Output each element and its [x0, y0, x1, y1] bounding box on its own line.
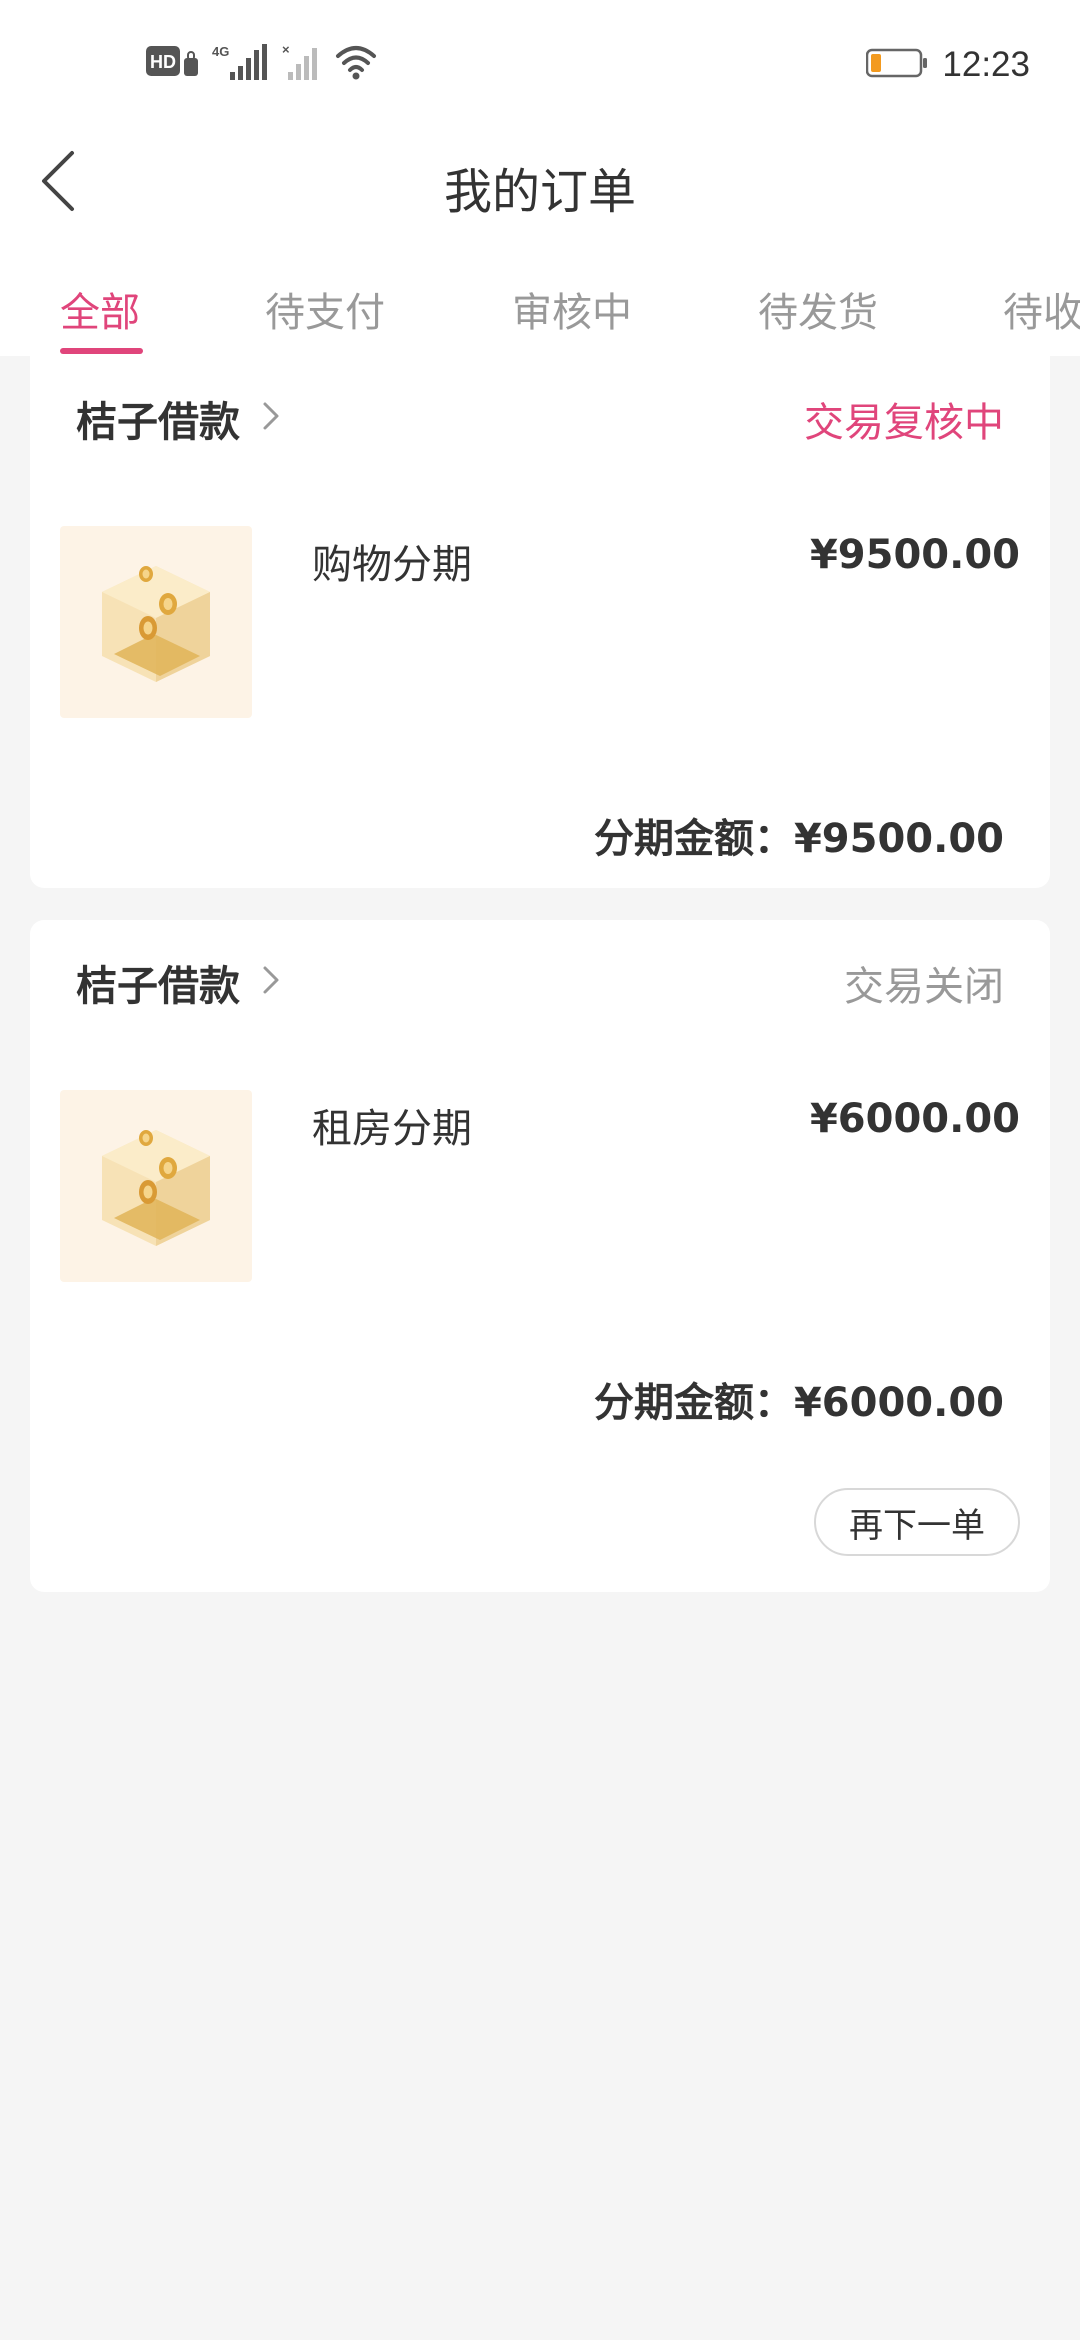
shop-name: 桔子借款 — [76, 962, 240, 1010]
battery-icon — [866, 48, 928, 82]
svg-text:4G: 4G — [212, 44, 229, 59]
active-tab-indicator — [60, 348, 143, 354]
order-status: 交易关闭 — [844, 964, 1004, 1010]
order-status: 交易复核中 — [804, 400, 1004, 446]
installment-amount: 分期金额：¥6000.00 — [594, 1370, 1004, 1428]
product-thumbnail — [60, 526, 252, 718]
status-bar: HD 4G × 12:23 — [0, 0, 1080, 130]
top-area: HD 4G × 12:23 我的订单 全部 待支付 审核中 待发货 待收 — [0, 0, 1080, 356]
signal-4g-icon: 4G — [212, 42, 272, 86]
installment-amount: 分期金额：¥9500.00 — [594, 806, 1004, 864]
tab-all[interactable]: 全部 — [60, 280, 140, 338]
order-card[interactable]: 桔子借款 交易关闭 租房分期 ¥6000.00 分期金额：¥6000.00 再下… — [30, 920, 1050, 1592]
tab-pending-shipment[interactable]: 待发货 — [758, 280, 878, 338]
wifi-icon — [334, 42, 378, 86]
chevron-right-icon — [262, 401, 280, 435]
coin-box-image — [102, 566, 210, 682]
shop-name: 桔子借款 — [76, 398, 240, 446]
installment-amount-value: ¥6000.00 — [793, 1380, 1004, 1426]
installment-amount-value: ¥9500.00 — [793, 816, 1004, 862]
installment-amount-label: 分期金额： — [593, 816, 794, 862]
tab-pending-payment[interactable]: 待支付 — [265, 280, 385, 338]
signal-empty-icon: × — [282, 42, 324, 86]
status-icons-left: HD 4G × — [146, 42, 378, 86]
clock: 12:23 — [942, 45, 1030, 84]
chevron-right-icon — [262, 965, 280, 999]
product-name: 购物分期 — [312, 542, 472, 588]
hd-icon: HD — [146, 44, 202, 84]
shop-link[interactable]: 桔子借款 — [76, 388, 280, 448]
shop-link[interactable]: 桔子借款 — [76, 952, 280, 1012]
product-thumbnail — [60, 1090, 252, 1282]
navigation-bar: 我的订单 — [0, 130, 1080, 234]
svg-text:HD: HD — [150, 52, 176, 72]
page-title: 我的订单 — [443, 164, 636, 220]
installment-amount-label: 分期金额： — [593, 1380, 794, 1426]
product-price: ¥9500.00 — [809, 532, 1020, 578]
status-icons-right: 12:23 — [866, 40, 1030, 90]
product-price: ¥6000.00 — [809, 1096, 1020, 1142]
product-name: 租房分期 — [312, 1106, 472, 1152]
tab-under-review[interactable]: 审核中 — [512, 280, 632, 338]
order-card[interactable]: 桔子借款 交易复核中 购物分期 ¥9500.00 分期金额：¥9500.00 — [30, 356, 1050, 888]
svg-text:×: × — [282, 42, 290, 57]
reorder-button[interactable]: 再下一单 — [814, 1488, 1020, 1556]
order-tabs: 全部 待支付 审核中 待发货 待收 — [0, 270, 1080, 356]
coin-box-image — [102, 1130, 210, 1246]
tab-pending-receipt[interactable]: 待收 — [1003, 280, 1080, 338]
